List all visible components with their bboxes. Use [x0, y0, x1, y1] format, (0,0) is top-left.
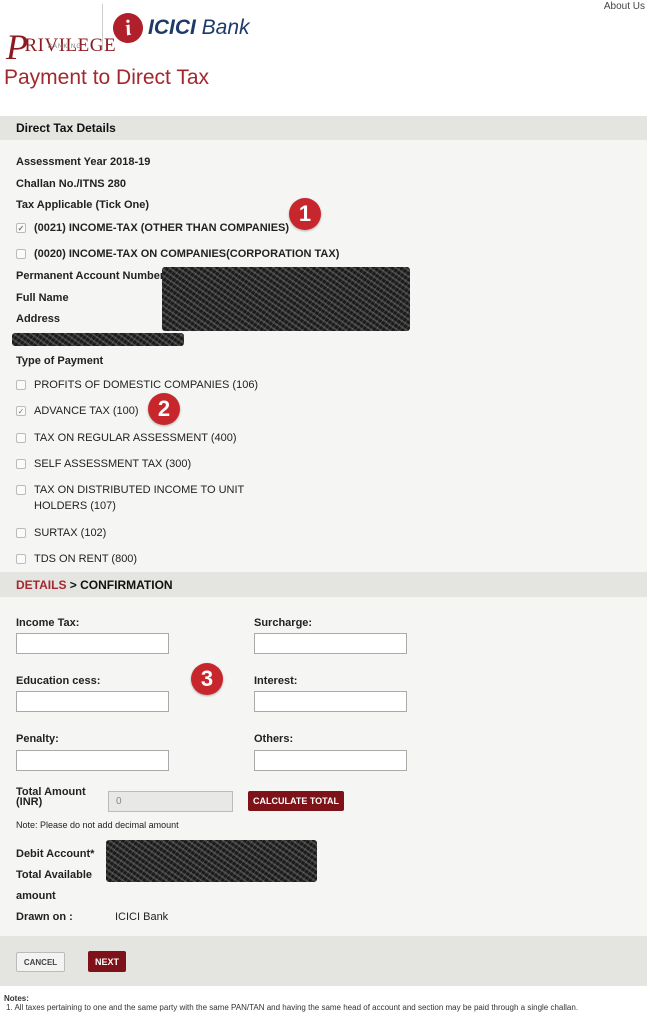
- income-tax-input[interactable]: [16, 633, 169, 654]
- total-available-label-2: amount: [16, 890, 56, 902]
- checkbox-icon[interactable]: [16, 528, 26, 538]
- tax-option-label: (0021) INCOME-TAX (OTHER THAN COMPANIES): [34, 222, 290, 234]
- others-input[interactable]: [254, 750, 407, 771]
- cancel-button[interactable]: CANCEL: [16, 952, 65, 972]
- checkbox-icon[interactable]: [16, 380, 26, 390]
- step-separator: >: [66, 577, 81, 592]
- notes-item-1: 1. All taxes pertaining to one and the s…: [6, 1003, 579, 1012]
- full-name-label: Full Name: [16, 292, 69, 304]
- payment-type-label-line2: HOLDERS (107): [34, 500, 116, 512]
- notes: Notes: 1. All taxes pertaining to one an…: [4, 994, 644, 1012]
- challan-number: Challan No./ITNS 280: [16, 178, 127, 190]
- payment-type-label: TAX ON DISTRIBUTED INCOME TO UNIT: [34, 484, 245, 496]
- notes-title: Notes:: [4, 994, 29, 1003]
- drawn-on-value: ICICI Bank: [115, 911, 169, 923]
- tax-option-income-tax[interactable]: ✓ (0021) INCOME-TAX (OTHER THAN COMPANIE…: [16, 222, 289, 234]
- details-step-header: DETAILS > CONFIRMATION: [0, 572, 647, 597]
- payment-type-label: SELF ASSESSMENT TAX (300): [34, 458, 192, 470]
- icici-bank-logo: i ICICI Bank: [110, 10, 250, 46]
- debit-account-label: Debit Account*: [16, 848, 95, 860]
- calculate-total-button[interactable]: CALCULATE TOTAL: [248, 791, 344, 811]
- drawn-on-label: Drawn on :: [16, 911, 73, 923]
- tax-applicable-label: Tax Applicable (Tick One): [16, 199, 150, 211]
- icici-logo-rest: Bank: [195, 16, 250, 39]
- checkbox-icon[interactable]: [16, 459, 26, 469]
- direct-tax-section-header: Direct Tax Details: [0, 116, 647, 140]
- payment-type-100[interactable]: ✓ ADVANCE TAX (100): [16, 405, 139, 417]
- checkbox-checked-icon[interactable]: ✓: [16, 223, 26, 233]
- redacted-address-line: [12, 333, 184, 346]
- tax-option-label: (0020) INCOME-TAX ON COMPANIES(CORPORATI…: [34, 248, 340, 260]
- payment-type-300[interactable]: SELF ASSESSMENT TAX (300): [16, 458, 191, 470]
- surcharge-label: Surcharge:: [254, 617, 313, 629]
- payment-type-label: TAX ON REGULAR ASSESSMENT (400): [34, 432, 237, 444]
- checkbox-checked-icon[interactable]: ✓: [16, 406, 26, 416]
- education-cess-label: Education cess:: [16, 675, 101, 687]
- page-title: Payment to Direct Tax: [4, 66, 210, 89]
- assessment-year: Assessment Year 2018-19: [16, 156, 151, 168]
- header: About Us PRIVILEGE BANKING i ICICI Bank: [0, 0, 647, 67]
- icici-mark-icon: i: [110, 10, 146, 46]
- about-us-link[interactable]: About Us: [604, 1, 645, 12]
- step-details: DETAILS: [16, 577, 67, 592]
- next-button[interactable]: NEXT: [88, 951, 126, 972]
- checkbox-icon[interactable]: [16, 554, 26, 564]
- privilege-banking-logo: PRIVILEGE BANKING: [4, 4, 116, 67]
- payment-type-107[interactable]: TAX ON DISTRIBUTED INCOME TO UNIT HOLDER…: [16, 484, 244, 514]
- surcharge-input[interactable]: [254, 633, 407, 654]
- education-cess-input[interactable]: [16, 691, 169, 712]
- payment-type-label: SURTAX (102): [34, 527, 107, 539]
- callout-badge-3: 3: [191, 663, 223, 695]
- penalty-input[interactable]: [16, 750, 169, 771]
- payment-type-102[interactable]: SURTAX (102): [16, 527, 106, 539]
- type-of-payment-label: Type of Payment: [16, 355, 104, 367]
- priv-logo-initial: P: [6, 27, 29, 67]
- checkbox-icon[interactable]: [16, 249, 26, 259]
- interest-input[interactable]: [254, 691, 407, 712]
- payment-type-106[interactable]: PROFITS OF DOMESTIC COMPANIES (106): [16, 379, 258, 391]
- direct-tax-section-title: Direct Tax Details: [16, 121, 116, 135]
- others-label: Others:: [254, 733, 294, 745]
- interest-label: Interest:: [254, 675, 298, 687]
- total-amount-label: Total Amount (INR): [16, 787, 86, 808]
- priv-logo-sub: BANKING: [48, 44, 83, 50]
- payment-type-label: PROFITS OF DOMESTIC COMPANIES (106): [34, 379, 259, 391]
- logo-divider: [102, 4, 103, 50]
- pan-label: Permanent Account Number: [16, 270, 165, 282]
- callout-badge-2: 2: [148, 393, 180, 425]
- total-amount-label-line2: (INR): [16, 796, 43, 808]
- total-available-label: Total Available: [16, 869, 93, 881]
- payment-type-label: ADVANCE TAX (100): [34, 405, 139, 417]
- payment-type-800[interactable]: TDS ON RENT (800): [16, 553, 137, 565]
- icici-logo-bold: ICICI: [148, 16, 196, 39]
- redacted-personal-info: [162, 267, 410, 331]
- payment-type-400[interactable]: TAX ON REGULAR ASSESSMENT (400): [16, 432, 237, 444]
- checkbox-icon[interactable]: [16, 485, 26, 495]
- income-tax-label: Income Tax:: [16, 617, 80, 629]
- redacted-account-info: [106, 840, 317, 882]
- tax-option-corporation-tax[interactable]: (0020) INCOME-TAX ON COMPANIES(CORPORATI…: [16, 248, 339, 260]
- total-amount-field: 0: [108, 791, 233, 812]
- penalty-label: Penalty:: [16, 733, 59, 745]
- address-label: Address: [16, 313, 61, 325]
- callout-badge-1: 1: [289, 198, 321, 230]
- payment-type-label: TDS ON RENT (800): [34, 553, 138, 565]
- decimal-note: Note: Please do not add decimal amount: [16, 820, 179, 830]
- checkbox-icon[interactable]: [16, 433, 26, 443]
- step-confirmation: CONFIRMATION: [80, 577, 173, 592]
